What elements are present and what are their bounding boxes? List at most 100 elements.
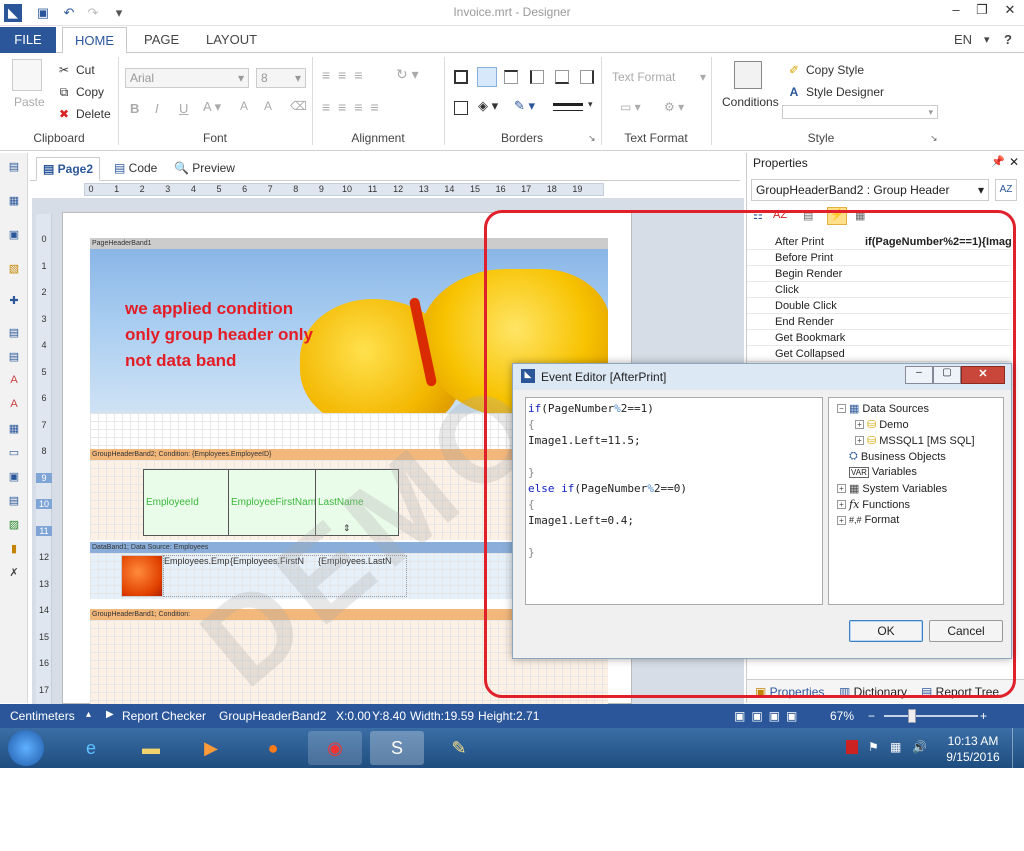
designer-app-icon[interactable]: S: [370, 731, 424, 765]
label-icon[interactable]: A: [6, 397, 22, 411]
restore-icon[interactable]: ❐: [970, 2, 994, 22]
border-width-chevron-icon[interactable]: ▾: [588, 99, 593, 110]
cross-band-icon[interactable]: ▦: [6, 193, 22, 207]
tab-home[interactable]: HOME: [62, 27, 127, 54]
tab-code[interactable]: ▤ Code: [108, 157, 163, 181]
clear-format-icon[interactable]: ⌫: [290, 99, 307, 113]
font-size-combo[interactable]: 8 ▾: [256, 68, 306, 88]
code-editor[interactable]: if(PageNumber%2==1) { Image1.Left=11.5; …: [525, 397, 823, 605]
tree-item-business-objects[interactable]: ⛭ Business Objects: [849, 450, 946, 463]
dialog-maximize-icon[interactable]: ▢: [933, 366, 961, 384]
tab-preview[interactable]: 🔍 Preview: [168, 157, 241, 181]
tree-item-system-variables[interactable]: + ▦ System Variables: [837, 482, 947, 495]
zoom-slider-thumb[interactable]: [908, 709, 916, 723]
sort-icon[interactable]: AZ: [995, 179, 1017, 201]
language-select[interactable]: EN: [954, 27, 972, 53]
subreport-icon[interactable]: ▣: [6, 469, 22, 483]
bottom-border-icon[interactable]: [555, 70, 569, 84]
minimize-icon[interactable]: –: [944, 2, 968, 22]
zoom-slider[interactable]: [884, 715, 978, 717]
table-icon[interactable]: ▦: [6, 421, 22, 435]
left-border-icon[interactable]: [530, 70, 544, 84]
language-chevron-icon[interactable]: ▾: [984, 27, 990, 53]
expand-icon[interactable]: +: [855, 420, 864, 429]
close-panel-icon[interactable]: ✕: [1009, 155, 1019, 169]
copy-style-button[interactable]: ✐ Copy Style: [786, 62, 864, 78]
style-launcher-icon[interactable]: ↘: [930, 133, 938, 144]
shrink-font-icon[interactable]: A: [264, 99, 272, 113]
dialog-close-icon[interactable]: ✕: [961, 366, 1005, 384]
tree-item-format[interactable]: + #,# Format: [837, 514, 899, 526]
tree-item-functions[interactable]: + fx Functions: [837, 498, 910, 511]
clock-time[interactable]: 10:13 AM: [944, 734, 1002, 748]
expand-icon[interactable]: +: [837, 484, 846, 493]
text-format-icon[interactable]: ▭ ▾: [620, 100, 641, 114]
tree-item-variables[interactable]: VAR Variables: [849, 466, 917, 478]
units-arrow-icon[interactable]: ▴: [86, 709, 91, 720]
tab-layout[interactable]: LAYOUT: [194, 27, 269, 53]
panel-icon[interactable]: ▣: [6, 227, 22, 241]
bold-icon[interactable]: B: [130, 101, 139, 116]
pin-icon[interactable]: 📌: [991, 155, 1005, 168]
report-checker-button[interactable]: Report Checker: [122, 709, 206, 723]
band-icon[interactable]: ▤: [6, 159, 22, 173]
puzzle-icon[interactable]: ✚: [6, 293, 22, 307]
expand-icon[interactable]: +: [837, 515, 846, 525]
conditions-icon[interactable]: [734, 61, 762, 89]
help-icon[interactable]: ?: [1004, 27, 1012, 53]
close-icon[interactable]: ✕: [998, 2, 1022, 22]
rotate-icon[interactable]: ↻ ▾: [396, 66, 419, 83]
horizontal-align-icons[interactable]: ≡≡≡≡: [322, 99, 387, 115]
tree-item-data-sources[interactable]: − ▦ Data Sources: [837, 402, 929, 415]
border-width-icon[interactable]: [553, 103, 583, 111]
shape-icon[interactable]: ▭: [6, 445, 22, 459]
media-player-icon[interactable]: ▶: [184, 731, 238, 765]
paste-icon[interactable]: [12, 59, 42, 91]
tab-page2[interactable]: ▤ Page2: [36, 157, 101, 181]
cancel-button[interactable]: Cancel: [929, 620, 1003, 642]
font-color-icon[interactable]: A ▾: [203, 99, 221, 115]
tab-page[interactable]: PAGE: [132, 27, 191, 53]
no-border-icon[interactable]: [477, 67, 497, 87]
show-desktop-button[interactable]: [1012, 728, 1024, 768]
cut-button[interactable]: ✂ Cut: [56, 62, 95, 78]
text-format-combo[interactable]: Text Format ▾: [612, 70, 706, 84]
flag-icon[interactable]: ⚑: [868, 740, 879, 754]
chrome-icon[interactable]: ◉: [308, 731, 362, 765]
dialog-minimize-icon[interactable]: –: [905, 366, 933, 384]
file-explorer-icon[interactable]: ▬: [124, 731, 178, 765]
all-borders-icon[interactable]: [454, 70, 468, 84]
delete-button[interactable]: ✖ Delete: [56, 106, 111, 122]
tree-item-demo[interactable]: + ⛁ Demo: [855, 418, 909, 431]
fill-color-icon[interactable]: ◈ ▾: [478, 98, 498, 114]
rich-text-icon[interactable]: ▤: [6, 349, 22, 363]
start-button-icon[interactable]: [8, 730, 44, 766]
internet-explorer-icon[interactable]: e: [64, 731, 118, 765]
expand-icon[interactable]: +: [837, 500, 846, 509]
top-border-icon[interactable]: [504, 70, 518, 84]
font-family-combo[interactable]: Arial ▾: [125, 68, 249, 88]
tree-item-mssql[interactable]: + ⛁ MSSQL1 [MS SQL]: [855, 434, 975, 447]
image-icon[interactable]: ▧: [6, 261, 22, 275]
employee-id-cell[interactable]: EmployeeId: [143, 469, 229, 536]
ok-button[interactable]: OK: [849, 620, 923, 642]
network-icon[interactable]: ▦: [890, 740, 901, 754]
right-border-icon[interactable]: [580, 70, 594, 84]
style-designer-button[interactable]: A Style Designer: [786, 84, 884, 100]
borders-launcher-icon[interactable]: ↘: [588, 133, 596, 144]
rich-text-box-icon[interactable]: ▤: [6, 493, 22, 507]
firefox-icon[interactable]: ●: [246, 731, 300, 765]
copy-button[interactable]: ⧉ Copy: [56, 84, 104, 100]
zoom-in-icon[interactable]: +: [980, 709, 987, 723]
clock-date[interactable]: 9/15/2016: [944, 750, 1002, 764]
expand-icon[interactable]: +: [855, 436, 864, 445]
tools-icon[interactable]: ✗: [6, 565, 22, 579]
tab-file[interactable]: FILE: [0, 27, 56, 53]
collapse-icon[interactable]: −: [837, 404, 846, 413]
security-icon[interactable]: [846, 740, 858, 754]
employee-photo[interactable]: [121, 555, 163, 597]
style-combo[interactable]: ▾: [782, 105, 938, 119]
border-style-icon[interactable]: [454, 101, 468, 115]
border-color-icon[interactable]: ✎ ▾: [514, 98, 535, 114]
view-mode-icons[interactable]: ▣▣▣▣: [734, 709, 803, 723]
